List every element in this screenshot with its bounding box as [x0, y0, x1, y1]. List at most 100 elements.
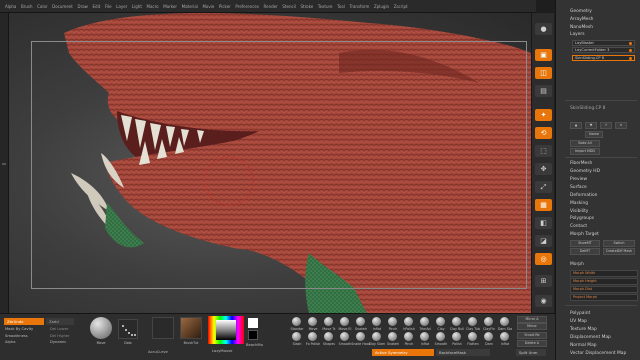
project-morph-slider[interactable]: Project Morph [570, 294, 638, 301]
scale-icon[interactable]: ⤢ [535, 181, 552, 193]
del-mt-button[interactable]: DelMT [570, 248, 600, 255]
rec-icon[interactable] [629, 57, 632, 60]
tray-morph[interactable]: Morph [570, 262, 584, 267]
menu-item[interactable]: Brush [21, 4, 33, 9]
lsym-icon[interactable]: ⊞ [535, 275, 552, 287]
tray-geometry[interactable]: Geometry [570, 9, 592, 14]
tray-vector-displacement-map[interactable]: Vector Displacement Map [570, 351, 626, 356]
menu-item[interactable]: Stroke [301, 4, 314, 9]
local-icon[interactable]: ✦ [535, 109, 552, 121]
mirror-button[interactable]: Mirror [517, 323, 547, 330]
dots-stroke-icon[interactable] [118, 319, 138, 339]
brush-thumbnail-icon[interactable] [324, 317, 333, 326]
smart-resym-button[interactable]: Smart Re [517, 332, 547, 339]
store-mt-button[interactable]: StoreMT [570, 240, 600, 247]
menu-item[interactable]: Zplugin [374, 4, 389, 9]
tray-polygroups[interactable]: Polygroups [570, 216, 594, 221]
menu-item[interactable]: Marker [163, 4, 177, 9]
menu-item[interactable]: Edit [93, 4, 101, 9]
brush-thumbnail-icon[interactable] [484, 317, 493, 326]
bake-all-button[interactable]: Bake All [570, 140, 600, 147]
menu-item[interactable]: Preferences [235, 4, 259, 9]
brush-thumbnail-icon[interactable] [356, 317, 365, 326]
brush-thumbnail-icon[interactable] [292, 317, 301, 326]
polyframe-icon[interactable]: ◉ [535, 295, 552, 307]
brush-thumbnail-icon[interactable] [436, 317, 445, 326]
tray-morph-target[interactable]: Morph Target [570, 232, 599, 237]
brush-thumbnail-icon[interactable] [388, 317, 397, 326]
split-unmasked-button[interactable]: Split Unm [516, 349, 546, 356]
accucurve-button[interactable]: AccuCurve [148, 350, 168, 354]
brush-thumbnail-icon[interactable] [500, 317, 509, 326]
lazymouse-button[interactable]: LazyMouse [212, 349, 232, 353]
tray-layers[interactable]: Layers [570, 32, 585, 37]
tray-polypaint[interactable]: Polypaint [570, 311, 590, 316]
menu-item[interactable]: Document [52, 4, 73, 9]
perspective-icon[interactable]: ◫ [535, 67, 552, 79]
menu-item[interactable]: Material [182, 4, 198, 9]
frame-icon[interactable]: ⬚ [535, 145, 552, 157]
mirror-and-weld-button[interactable]: Mirror A [517, 316, 547, 323]
brush-thumbnail-icon[interactable] [292, 332, 301, 341]
tray-arraymesh[interactable]: ArrayMesh [570, 17, 593, 22]
solo-icon[interactable]: ◪ [535, 235, 552, 247]
brush-thumbnail-icon[interactable] [468, 317, 477, 326]
menu-item[interactable]: Draw [77, 4, 87, 9]
transp-icon[interactable]: ◧ [535, 217, 552, 229]
brush-thumbnail-icon[interactable] [420, 317, 429, 326]
shelf-grip-icon[interactable] [2, 163, 6, 165]
morph-dist-slider[interactable]: Morph Dist [570, 286, 638, 293]
polyf-icon[interactable]: ▦ [535, 199, 552, 211]
morph-height-slider[interactable]: Morph Height [570, 278, 638, 285]
menu-item[interactable]: File [105, 4, 112, 9]
dynamic-label[interactable]: Dynamic [50, 340, 66, 344]
move-icon[interactable]: ✥ [535, 163, 552, 175]
brush-thumbnail-icon[interactable] [372, 332, 381, 341]
layer-row[interactable]: LayBlaster [572, 40, 635, 46]
morph-width-slider[interactable]: Morph Width [570, 270, 638, 277]
menu-item[interactable]: Tool [337, 4, 345, 9]
menu-item[interactable]: Movie [202, 4, 214, 9]
tray-texture-map[interactable]: Texture Map [570, 327, 597, 332]
document-viewport[interactable] [9, 13, 531, 313]
layer-delete-button[interactable]: × [615, 122, 627, 129]
layer-row[interactable]: SkinSliding.CP 8 [572, 55, 635, 61]
del-higher-button[interactable]: Del Higher [50, 334, 70, 338]
brush-thumbnail-icon[interactable] [372, 317, 381, 326]
brush-thumbnail-icon[interactable] [308, 317, 317, 326]
menu-item[interactable]: Picker [219, 4, 231, 9]
zadd-button[interactable]: Zadd [46, 318, 74, 325]
layer-name-button[interactable]: Name [585, 131, 603, 138]
color-square[interactable] [216, 320, 236, 340]
brush-thumbnail-icon[interactable] [324, 332, 333, 341]
brush-thumbnail-icon[interactable] [356, 332, 365, 341]
xyz-icon[interactable]: ⟲ [535, 127, 552, 139]
tray-masking[interactable]: Masking [570, 201, 588, 206]
tray-deformation[interactable]: Deformation [570, 193, 597, 198]
brush-thumbnail-icon[interactable] [340, 317, 349, 326]
secondary-color-swatch[interactable] [248, 330, 258, 340]
menu-item[interactable]: Macro [147, 4, 159, 9]
layer-down-button[interactable]: ▼ [585, 122, 597, 129]
menu-item[interactable]: Render [264, 4, 278, 9]
brush-thumbnail-icon[interactable] [388, 332, 397, 341]
draw-mode-button[interactable]: ZbrUndo [4, 318, 44, 325]
main-color-swatch[interactable] [248, 318, 258, 328]
brush-thumbnail-icon[interactable] [436, 332, 445, 341]
floor-icon[interactable]: ▤ [535, 85, 552, 97]
menu-item[interactable]: Layer [116, 4, 127, 9]
tray-normal-map[interactable]: Normal Map [570, 343, 597, 348]
menu-item[interactable]: Color [37, 4, 47, 9]
switch-button[interactable]: Switch [603, 240, 635, 247]
backface-mask-button[interactable]: BackfaceMask [436, 349, 490, 356]
brush-texture-icon[interactable] [180, 317, 202, 339]
menu-item[interactable]: Light [132, 4, 142, 9]
tray-displacement-map[interactable]: Displacement Map [570, 335, 611, 340]
brush-thumbnail-icon[interactable] [404, 317, 413, 326]
brush-thumbnail-icon[interactable] [500, 332, 509, 341]
tray-fibermesh[interactable]: FiberMesh [570, 161, 592, 166]
menu-item[interactable]: Zscript [394, 4, 408, 9]
tray-geometry-hd[interactable]: Geometry HD [570, 169, 600, 174]
brush-thumbnail-icon[interactable] [404, 332, 413, 341]
del-lower-button[interactable]: Del Lower [50, 327, 68, 331]
